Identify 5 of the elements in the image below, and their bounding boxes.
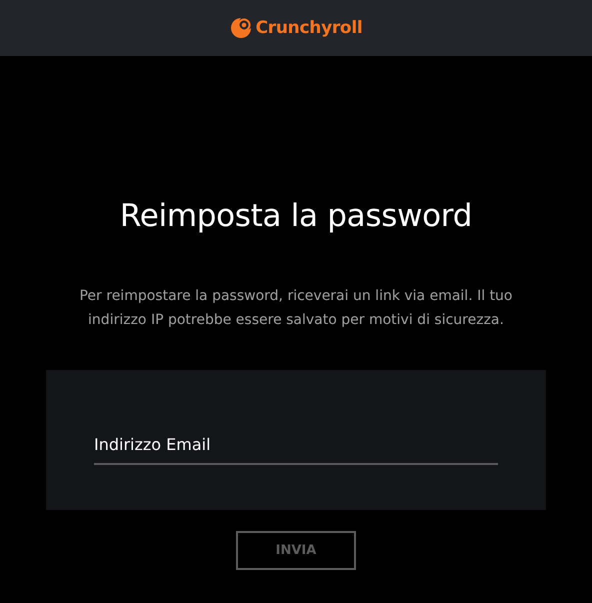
page-title: Reimposta la password xyxy=(120,197,472,236)
logo-text: Crunchyroll xyxy=(256,18,362,38)
email-input-field[interactable]: Indirizzo Email xyxy=(94,433,498,465)
logo-icon xyxy=(230,17,252,39)
description-text: Per reimpostare la password, riceverai un link via email. Il tuo indirizzo IP potrebbe essere salvato per motivi di sicurezza. xyxy=(78,287,514,330)
